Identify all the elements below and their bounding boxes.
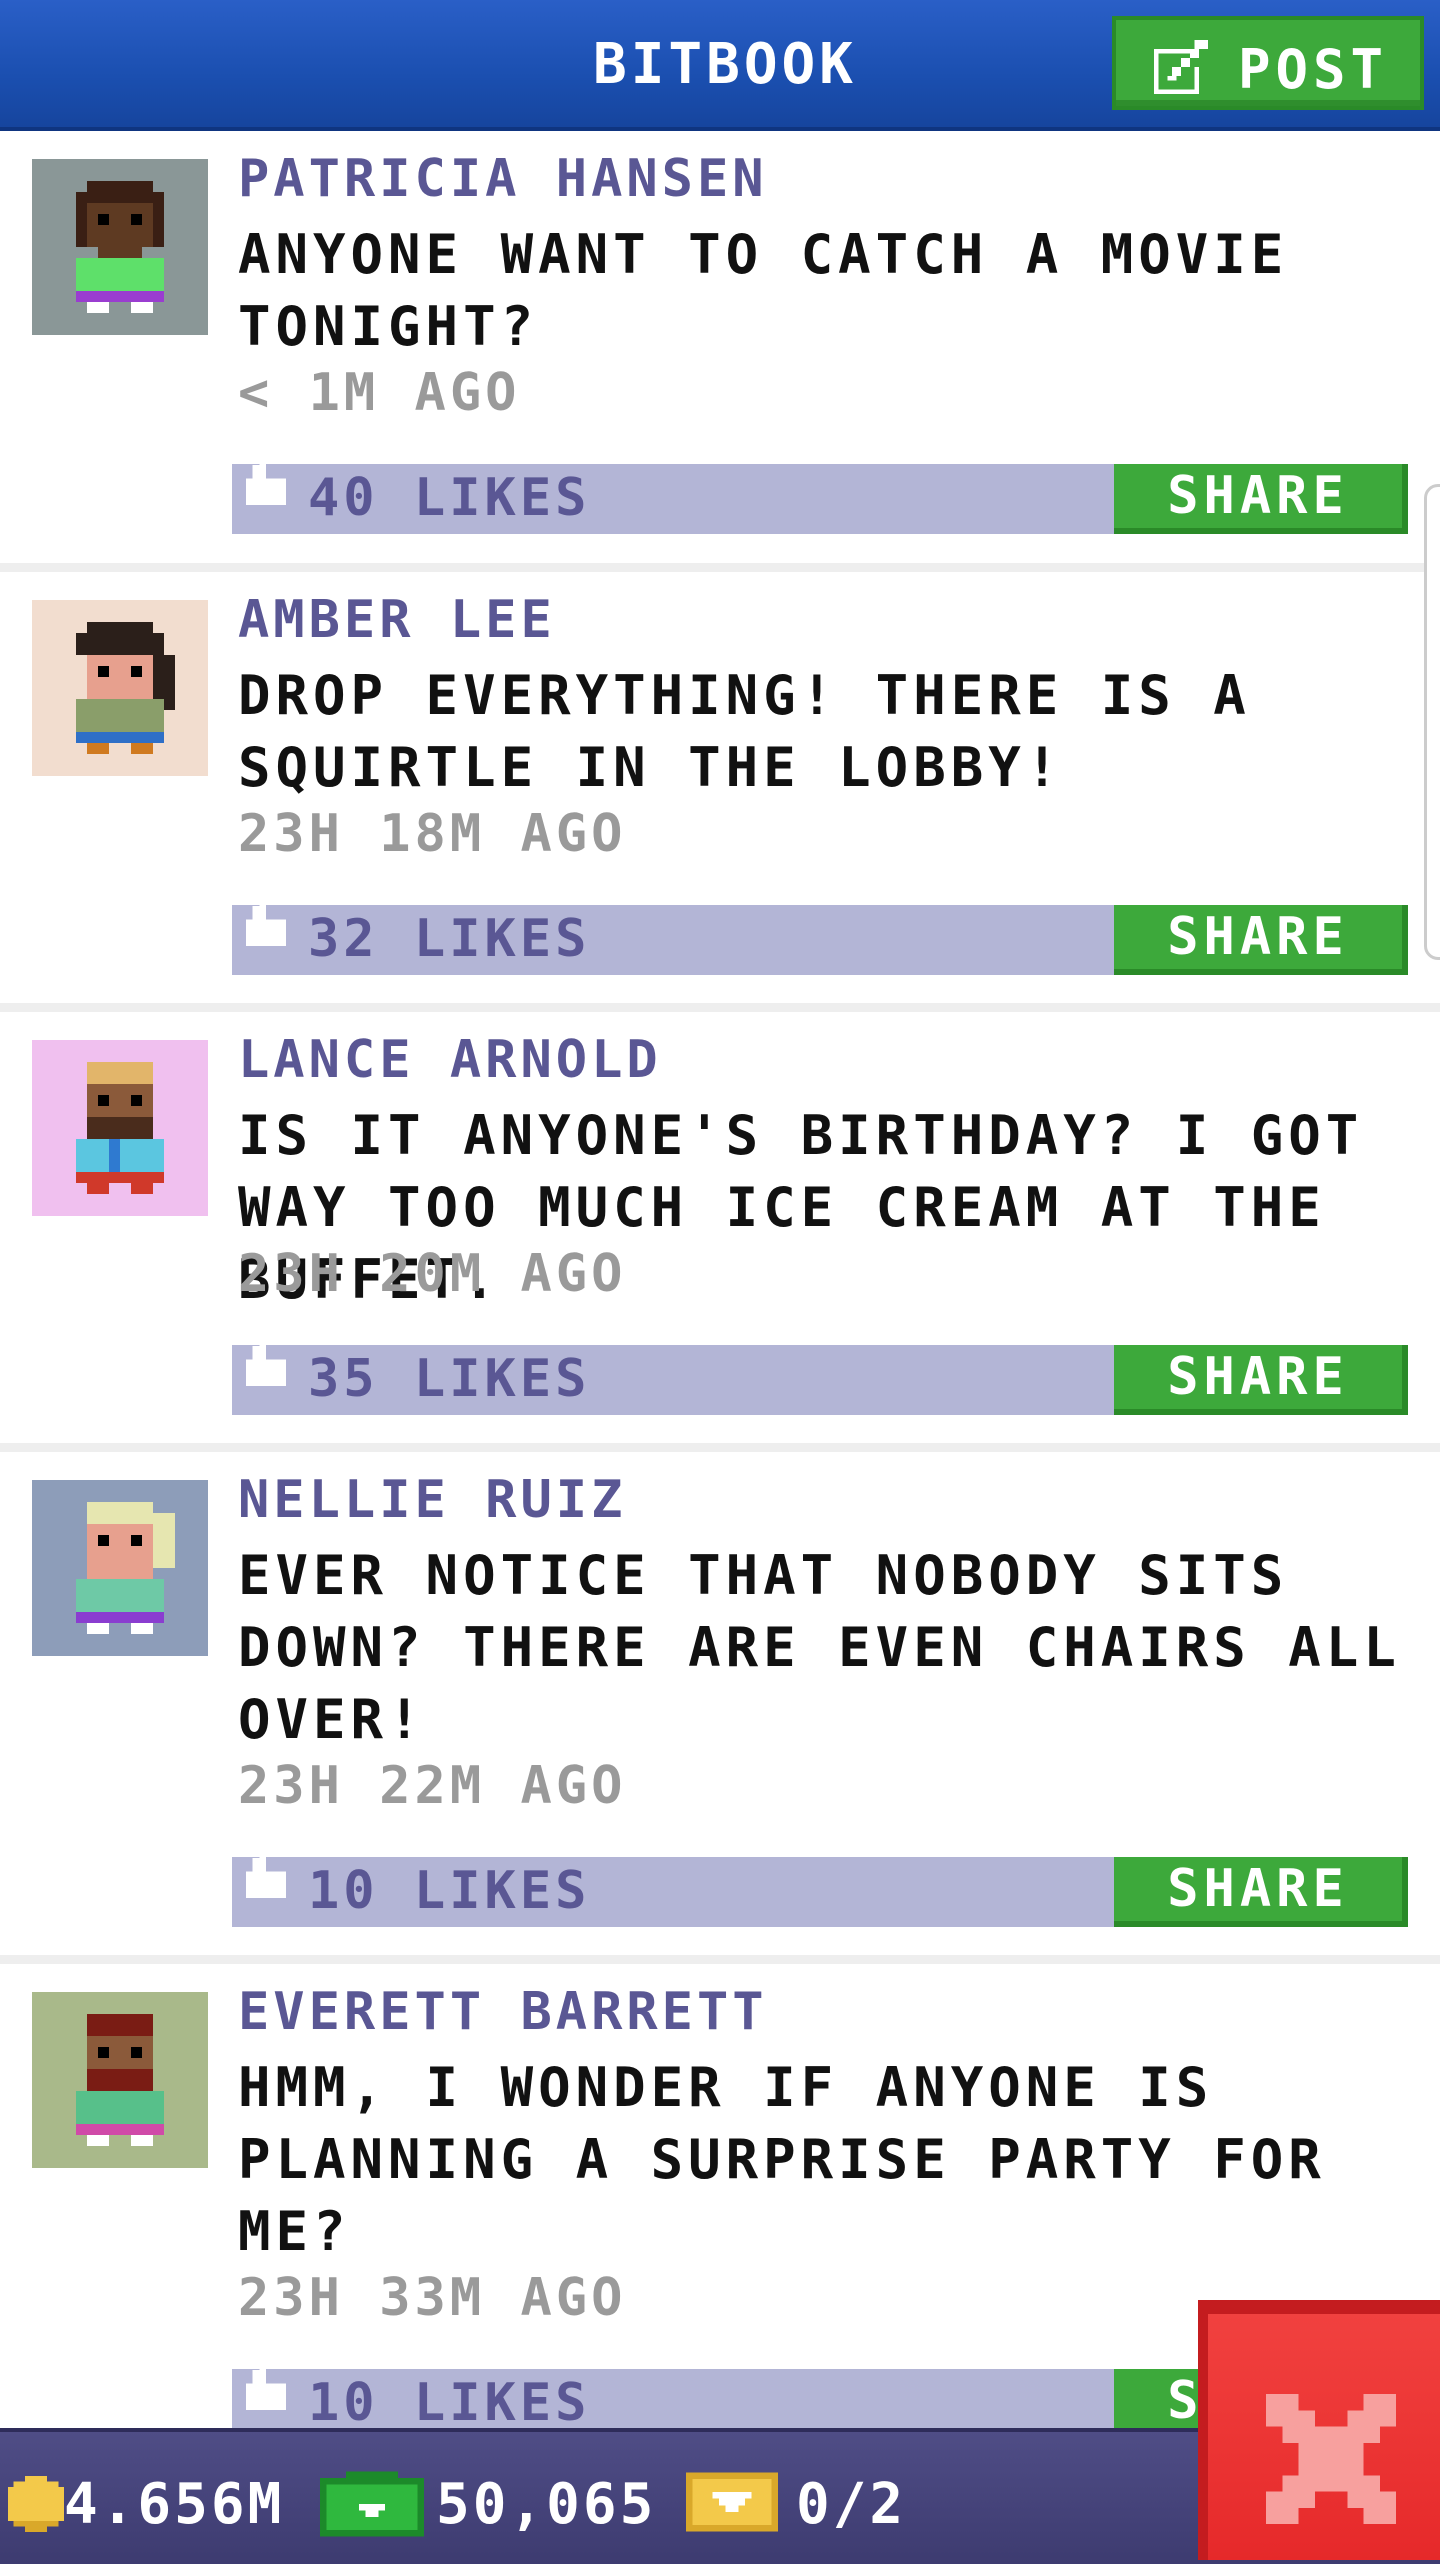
likes-count: 10 LIKES	[308, 1861, 591, 1921]
post-time: < 1M AGO	[238, 363, 521, 423]
post-author: LANCE ARNOLD	[238, 1030, 662, 1090]
close-icon	[1266, 2394, 1396, 2524]
like-bar: 10 LIKES SHARE	[232, 1844, 1408, 1927]
app-header: BITBOOK POST	[0, 0, 1440, 131]
likes-count: 40 LIKES	[308, 468, 591, 528]
feed-post: AMBER LEE DROP EVERYTHING! THERE IS A SQ…	[0, 572, 1440, 1012]
feed-post: NELLIE RUIZ EVER NOTICE THAT NOBODY SITS…	[0, 1452, 1440, 1964]
post-message: HMM, I WONDER IF ANYONE IS PLANNING A SU…	[238, 2056, 1326, 2263]
post-author: AMBER LEE	[238, 590, 556, 650]
feed-post: PATRICIA HANSEN ANYONE WANT TO CATCH A M…	[0, 131, 1440, 572]
bux-value: 50,065	[436, 2472, 657, 2537]
avatar	[32, 159, 208, 335]
scroll-indicator[interactable]	[1424, 484, 1440, 960]
feed-post: LANCE ARNOLD IS IT ANYONE'S BIRTHDAY? I …	[0, 1012, 1440, 1452]
share-button[interactable]: SHARE	[1114, 1857, 1408, 1927]
close-button[interactable]	[1198, 2300, 1440, 2560]
post-button-label: POST	[1238, 38, 1389, 101]
likes-count: 32 LIKES	[308, 909, 591, 969]
post-time: 23H 18M AGO	[238, 804, 627, 864]
like-bar: 40 LIKES SHARE	[232, 451, 1408, 534]
share-button[interactable]: SHARE	[1114, 1345, 1408, 1415]
tickets-value: 0/2	[796, 2472, 907, 2537]
coin-icon	[8, 2476, 64, 2532]
like-bar: 35 LIKES SHARE	[232, 1332, 1408, 1415]
likes-count: 35 LIKES	[308, 1349, 591, 1409]
thumbs-up-icon[interactable]	[246, 450, 286, 520]
post-time: 23H 22M AGO	[238, 1756, 627, 1816]
post-time: 23H 33M AGO	[238, 2268, 627, 2328]
share-button[interactable]: SHARE	[1114, 905, 1408, 975]
coins-value: 4.656M	[64, 2472, 285, 2537]
avatar	[32, 1992, 208, 2168]
like-bar: 32 LIKES SHARE	[232, 892, 1408, 975]
share-button[interactable]: SHARE	[1114, 464, 1408, 534]
post-message: EVER NOTICE THAT NOBODY SITS DOWN? THERE…	[238, 1544, 1401, 1751]
thumbs-up-icon[interactable]	[246, 1843, 286, 1913]
post-author: NELLIE RUIZ	[238, 1470, 627, 1530]
ticket-icon	[686, 2472, 778, 2532]
post-author: EVERETT BARRETT	[238, 1982, 768, 2042]
avatar	[32, 1040, 208, 1216]
post-message: DROP EVERYTHING! THERE IS A SQUIRTLE IN …	[238, 664, 1251, 799]
thumbs-up-icon[interactable]	[246, 891, 286, 961]
avatar	[32, 1480, 208, 1656]
thumbs-up-icon[interactable]	[246, 2355, 286, 2425]
bux-icon	[320, 2471, 424, 2537]
thumbs-up-icon[interactable]	[246, 1331, 286, 1401]
edit-icon	[1154, 40, 1208, 94]
post-button[interactable]: POST	[1112, 16, 1424, 110]
post-message: ANYONE WANT TO CATCH A MOVIE TONIGHT?	[238, 223, 1289, 358]
app-title: BITBOOK	[592, 32, 857, 97]
post-time: 23H 20M AGO	[238, 1244, 627, 1304]
post-author: PATRICIA HANSEN	[238, 149, 768, 209]
avatar	[32, 600, 208, 776]
likes-count: 10 LIKES	[308, 2373, 591, 2433]
